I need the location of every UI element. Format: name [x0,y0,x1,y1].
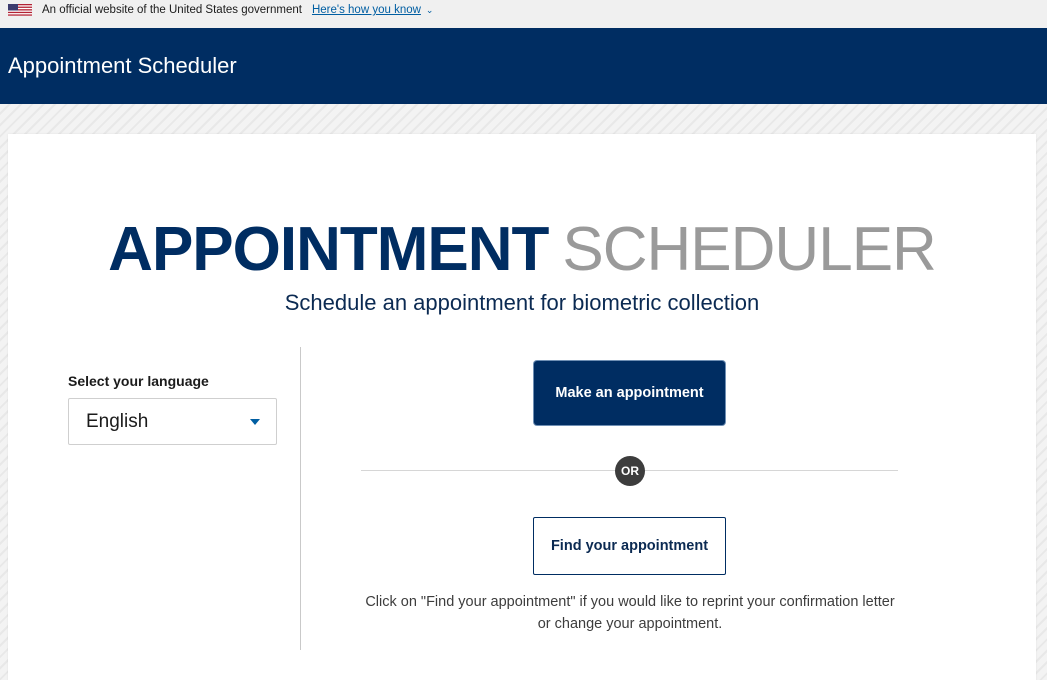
main-card: APPOINTMENT SCHEDULER Schedule an appoint… [8,134,1036,680]
site-header: Appointment Scheduler [0,28,1047,104]
how-you-know-link[interactable]: Here's how you know [312,4,421,16]
caret-down-icon [250,419,260,425]
hero-title-bold: APPOINTMENT [108,215,549,284]
gov-banner-text: An official website of the United States… [42,4,302,16]
gov-banner: An official website of the United States… [0,0,1047,20]
hero-title: APPOINTMENT SCHEDULER [8,218,1036,282]
language-select[interactable]: English [68,398,277,445]
vertical-divider [300,347,301,650]
hero-title-light: SCHEDULER [562,215,936,284]
find-help-text: Click on "Find your appointment" if you … [365,594,895,632]
chevron-down-icon[interactable]: ⌄ [426,5,434,16]
hero-subtitle: Schedule an appointment for biometric co… [284,290,760,315]
find-appointment-button[interactable]: Find your appointment [533,517,726,575]
header-title: Appointment Scheduler [8,53,237,78]
make-appointment-button[interactable]: Make an appointment [534,361,725,425]
us-flag-icon [8,4,32,16]
language-selected-value: English [86,410,149,432]
or-badge: OR [615,456,645,486]
language-label: Select your language [68,373,209,389]
